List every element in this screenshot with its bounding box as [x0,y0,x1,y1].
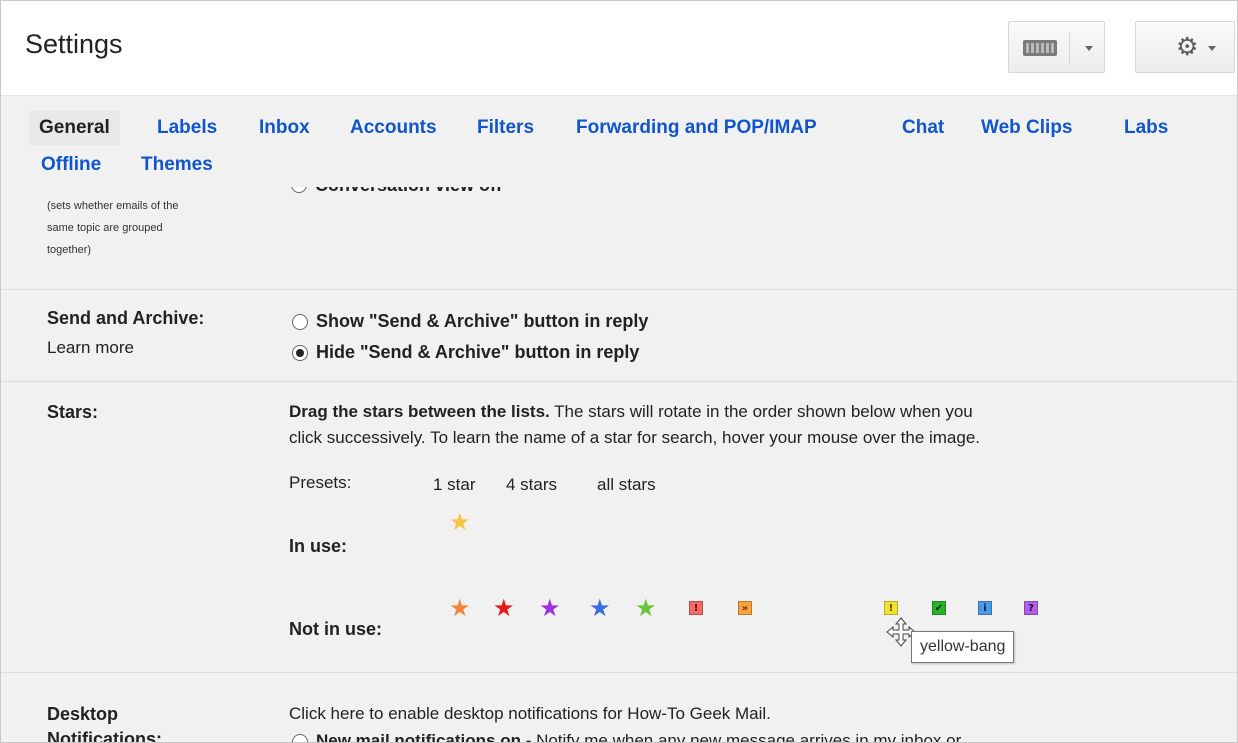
stars-row: Stars: Drag the stars between the lists.… [1,382,1237,673]
tab-accounts[interactable]: Accounts [350,117,437,139]
conversation-description-2: same topic are grouped [47,222,163,234]
stars-instruction-rest: The stars will rotate in the order shown… [549,402,973,421]
tab-inbox[interactable]: Inbox [259,117,310,139]
tab-chat[interactable]: Chat [902,117,944,139]
not-in-use-label: Not in use: [289,619,382,639]
send-archive-row: Send and Archive: Learn more Show "Send … [1,290,1237,382]
show-send-archive-radio[interactable] [292,314,308,330]
tab-web-clips[interactable]: Web Clips [981,117,1073,139]
settings-gear-button[interactable]: ⚙ [1135,21,1235,73]
tab-general[interactable]: General [29,111,120,145]
settings-header: Settings ⚙ [1,1,1237,96]
preset-4-stars[interactable]: 4 stars [506,475,557,495]
star-tooltip: yellow-bang [911,631,1015,663]
new-mail-notifications-bold: New mail notifications on [316,731,521,743]
new-mail-notifications-rest: - Notify me when any new message arrives… [520,731,962,743]
preset-all-stars[interactable]: all stars [597,475,656,495]
chevron-down-icon[interactable] [1085,46,1093,51]
stars-instruction-line1: Drag the stars between the lists. The st… [289,402,973,422]
button-divider [1069,32,1070,64]
blue-info-icon[interactable]: i [978,601,992,615]
hide-send-archive-label[interactable]: Hide "Send & Archive" button in reply [316,342,639,363]
desktop-label-1: Desktop [47,704,119,724]
red-star-icon[interactable]: ★ [493,597,515,621]
hide-send-archive-radio[interactable] [292,345,308,361]
conversation-off-label: Conversation view off [315,187,502,196]
red-bang-icon[interactable]: ! [689,601,703,615]
stars-instruction-line2: click successively. To learn the name of… [289,428,981,447]
yellow-bang-icon[interactable]: ! [884,601,898,615]
conversation-description-3: together) [47,244,92,256]
chevron-down-icon [1208,46,1216,51]
input-tools-button[interactable] [1008,21,1105,73]
conversation-off-radio[interactable] [291,187,307,193]
settings-window: Settings ⚙ General Labels Inbox Accounts… [0,0,1238,743]
preset-1-star[interactable]: 1 star [433,475,476,495]
new-mail-notifications-label[interactable]: New mail notifications on - Notify me wh… [316,731,962,743]
new-mail-notifications-radio[interactable] [292,734,308,742]
purple-star-icon[interactable]: ★ [539,597,561,621]
desktop-label-2: Notifications: [47,729,162,743]
stars-label: Stars: [47,402,99,422]
conversation-view-row: Conversation view off (sets whether emai… [1,187,1237,290]
blue-star-icon[interactable]: ★ [589,597,611,621]
tab-labs[interactable]: Labs [1124,117,1168,139]
yellow-star-icon[interactable]: ★ [449,511,471,535]
desktop-notifications-row: Desktop Notifications: Click here to ena… [1,673,1237,743]
keyboard-icon [1023,40,1057,56]
gear-icon: ⚙ [1176,33,1199,61]
green-star-icon[interactable]: ★ [635,597,657,621]
orange-guillemet-icon[interactable]: » [738,601,752,615]
tab-labels[interactable]: Labels [157,117,217,139]
purple-question-icon[interactable]: ? [1024,601,1038,615]
conversation-description-1: (sets whether emails of the [47,200,179,212]
tab-offline[interactable]: Offline [41,154,101,176]
page-title: Settings [25,29,123,59]
tab-forwarding[interactable]: Forwarding and POP/IMAP [576,117,817,139]
presets-label: Presets: [289,473,352,492]
send-archive-label: Send and Archive: [47,308,205,328]
orange-star-icon[interactable]: ★ [449,597,471,621]
learn-more-link[interactable]: Learn more [47,338,134,358]
green-check-icon[interactable]: ✔ [932,601,946,615]
enable-notifications-link[interactable]: Click here to enable desktop notificatio… [289,704,771,724]
stars-instruction-bold: Drag the stars between the lists. [289,402,550,421]
in-use-label: In use: [289,536,348,556]
tab-themes[interactable]: Themes [141,154,213,176]
tab-filters[interactable]: Filters [477,117,534,139]
show-send-archive-label[interactable]: Show "Send & Archive" button in reply [316,311,648,332]
settings-tabs: General Labels Inbox Accounts Filters Fo… [1,97,1237,187]
